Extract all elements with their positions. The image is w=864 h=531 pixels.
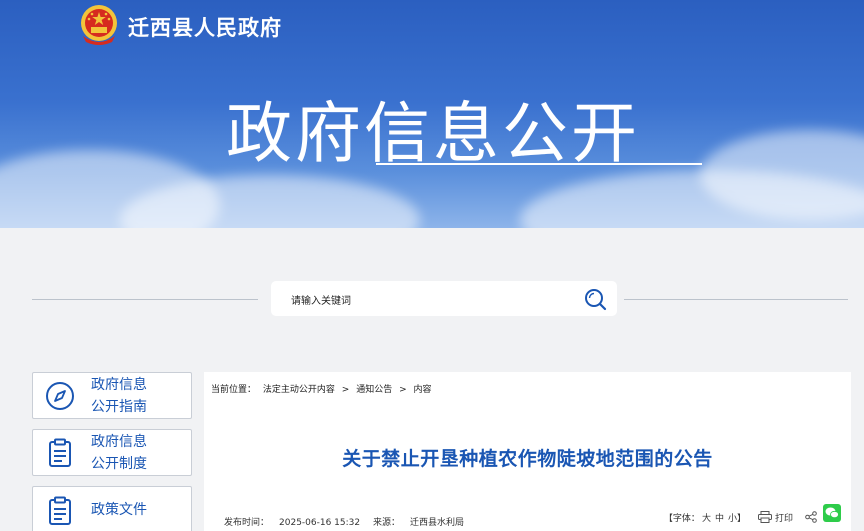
- sidebar-item-policy-documents[interactable]: 政策文件: [32, 486, 192, 531]
- breadcrumb-item[interactable]: 法定主动公开内容: [263, 385, 335, 395]
- breadcrumb: 当前位置： 法定主动公开内容 > 通知公告 > 内容: [211, 382, 436, 395]
- article-tools: 【字体： 大 中 小】 打印: [658, 504, 841, 526]
- print-button[interactable]: 打印: [775, 511, 793, 524]
- printer-icon[interactable]: [757, 511, 772, 523]
- sidebar-item-disclosure-guide[interactable]: 政府信息 公开指南: [32, 372, 192, 419]
- breadcrumb-prefix: 当前位置：: [211, 385, 257, 395]
- breadcrumb-item[interactable]: 通知公告: [356, 385, 392, 395]
- breadcrumb-separator: >: [399, 385, 407, 395]
- site-name[interactable]: 迁西县人民政府: [128, 12, 282, 42]
- breadcrumb-separator: >: [341, 385, 350, 395]
- publish-label: 发布时间：: [224, 518, 270, 528]
- article-meta: 发布时间： 2025-06-16 15:32 来源： 迁西县水利局: [224, 515, 474, 528]
- article-panel: 当前位置： 法定主动公开内容 > 通知公告 > 内容 关于禁止开垦种植农作物陡坡…: [204, 372, 851, 531]
- font-size-medium-button[interactable]: 中: [715, 511, 724, 524]
- sidebar-item-label: 政策文件: [91, 502, 147, 518]
- search-box[interactable]: 请输入关键词: [271, 281, 617, 316]
- compass-icon: [46, 382, 74, 410]
- source-label: 来源：: [373, 518, 401, 528]
- page-title: 政府信息公开: [226, 95, 640, 172]
- search-input[interactable]: 请输入关键词: [291, 292, 351, 307]
- main-panel: 请输入关键词 政府信息 公开指南 政府信息 公开制度 政策文件 当前位置： 法定…: [8, 228, 864, 531]
- header-banner: 迁西县人民政府 政府信息公开: [0, 0, 864, 228]
- clipboard-list-icon: [49, 438, 71, 467]
- sidebar-item-label: 政府信息 公开指南: [91, 377, 147, 415]
- sidebar-item-label: 政府信息 公开制度: [91, 434, 147, 472]
- article-title: 关于禁止开垦种植农作物陡坡地范围的公告: [342, 448, 713, 470]
- national-emblem-icon[interactable]: [76, 2, 122, 48]
- font-size-large-button[interactable]: 大: [702, 511, 711, 524]
- search-icon[interactable]: [583, 287, 607, 311]
- clipboard-list-icon: [49, 496, 71, 525]
- wechat-icon[interactable]: [823, 504, 841, 522]
- sidebar-item-disclosure-system[interactable]: 政府信息 公开制度: [32, 429, 192, 476]
- breadcrumb-item[interactable]: 内容: [414, 385, 432, 395]
- font-size-label: 【字体：: [663, 513, 700, 524]
- source-value: 迁西县水利局: [410, 518, 465, 528]
- publish-time: 2025-06-16 15:32: [279, 518, 361, 528]
- font-size-small-button[interactable]: 小】: [728, 511, 746, 524]
- divider-right: [624, 299, 848, 300]
- divider-left: [32, 299, 258, 300]
- share-icon[interactable]: [805, 511, 817, 523]
- title-underline: [376, 163, 702, 165]
